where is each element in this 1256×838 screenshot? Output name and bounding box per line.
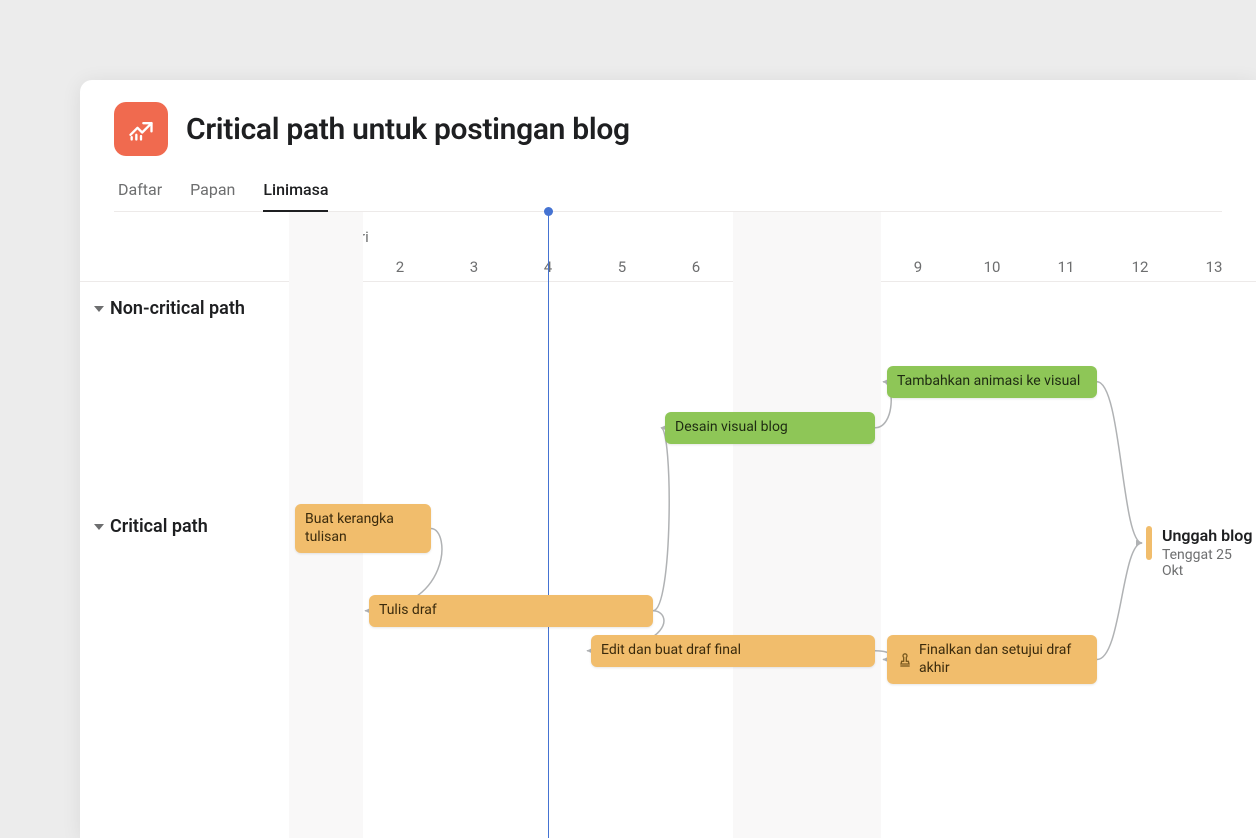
project-icon [114,102,168,156]
dependency-line [653,428,669,611]
chart-trend-icon [127,115,155,143]
timeline-body[interactable]: Non-critical path Critical path Desain v… [80,282,1256,838]
task-buat-kerangka[interactable]: Buat kerangka tulisan [295,504,431,553]
timeline-header: Februari 12345678910111213 [80,212,1256,282]
caret-down-icon [94,524,104,530]
app-window: Critical path untuk postingan blog Dafta… [80,80,1256,838]
day-label: 13 [1206,258,1223,276]
dependency-line [1097,543,1142,660]
tab-list[interactable]: Daftar [118,174,162,211]
day-label: 10 [984,258,1001,276]
section-title: Critical path [110,516,208,537]
section-noncritical[interactable]: Non-critical path [94,298,245,319]
task-label: Buat kerangka tulisan [305,511,421,546]
task-label: Tulis draf [379,602,437,620]
milestone-unggah-blog[interactable]: Unggah blog Tenggat 25 Okt [1146,526,1256,579]
day-label: 2 [396,258,404,276]
milestone-marker [1146,526,1152,560]
task-label: Finalkan dan setujui draf akhir [919,642,1087,677]
caret-down-icon [94,306,104,312]
task-tambahkan-animasi[interactable]: Tambahkan animasi ke visual [887,366,1097,398]
task-finalkan-draf[interactable]: Finalkan dan setujui draf akhir [887,635,1097,684]
view-tabs: Daftar Papan Linimasa [114,174,1222,212]
milestone-title: Unggah blog [1162,526,1256,545]
timeline: Februari 12345678910111213 Non-critical … [80,212,1256,838]
day-label: 6 [692,258,700,276]
milestone-subtitle: Tenggat 25 Okt [1162,547,1256,579]
dependency-line [1097,382,1142,543]
task-label: Edit dan buat draf final [601,642,741,660]
day-label: 5 [618,258,626,276]
task-tulis-draf[interactable]: Tulis draf [369,595,653,627]
section-title: Non-critical path [110,298,245,319]
task-edit-draf-final[interactable]: Edit dan buat draf final [591,635,875,667]
day-label: 3 [470,258,478,276]
weekend-shade [733,212,881,838]
page-title: Critical path untuk postingan blog [186,112,630,147]
day-label: 11 [1058,258,1075,276]
tab-board[interactable]: Papan [190,174,235,211]
day-label: 9 [914,258,922,276]
project-header: Critical path untuk postingan blog Dafta… [80,80,1256,212]
task-desain-visual[interactable]: Desain visual blog [665,412,875,444]
tab-timeline[interactable]: Linimasa [263,174,328,211]
approval-stamp-icon [897,652,913,668]
section-critical[interactable]: Critical path [94,516,208,537]
day-label: 12 [1132,258,1149,276]
task-label: Tambahkan animasi ke visual [897,373,1080,391]
today-dot [544,207,553,216]
today-marker [548,212,549,838]
task-label: Desain visual blog [675,419,788,437]
